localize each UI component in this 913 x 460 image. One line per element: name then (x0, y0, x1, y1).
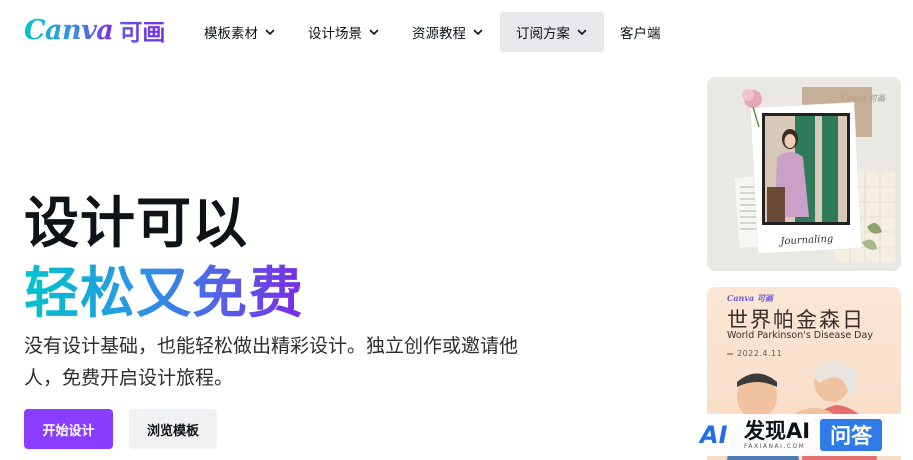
nav-label: 资源教程 (412, 26, 466, 42)
chevron-down-icon (577, 29, 587, 35)
nav-client[interactable]: 客户端 (604, 12, 677, 52)
hero-title-line1: 设计可以 (24, 191, 249, 255)
watermark-text: 发现AI FAXIANAI.COM (744, 419, 810, 451)
hero-title-line2: 轻松又免费 (24, 258, 304, 328)
faxianai-watermark: AI 发现AI FAXIANAI.COM 问答 (696, 414, 903, 456)
chevron-down-icon (369, 29, 379, 35)
nav-resources[interactable]: 资源教程 (396, 12, 500, 52)
logo-chinese: 可画 (119, 13, 165, 47)
logo-wordmark: Canva (24, 14, 114, 46)
hero-title: 设计可以 轻松又免费 (24, 188, 304, 328)
nav-pricing[interactable]: 订阅方案 (500, 12, 604, 52)
chevron-down-icon (265, 29, 275, 35)
ai-logo-icon: AI (700, 421, 728, 449)
site-header: Canva 可画 模板素材 设计场景 资源教程 订阅方案 客户端 (0, 0, 913, 64)
nav-design-scenes[interactable]: 设计场景 (292, 12, 396, 52)
nav-label: 客户端 (620, 26, 661, 42)
watermark-badge: 问答 (820, 419, 883, 451)
nav-label: 设计场景 (308, 26, 362, 42)
canva-logo[interactable]: Canva 可画 (24, 12, 165, 48)
template-card-journaling[interactable]: Canva 可画 Journaling (707, 77, 901, 271)
main-nav: 模板素材 设计场景 资源教程 订阅方案 客户端 (188, 12, 677, 52)
watermark-url: FAXIANAI.COM (744, 443, 806, 450)
journaling-artwork: Journaling (734, 87, 895, 262)
nav-templates[interactable]: 模板素材 (188, 12, 292, 52)
browse-templates-button[interactable]: 浏览模板 (129, 409, 217, 449)
chevron-down-icon (473, 29, 483, 35)
hero-subtitle: 没有设计基础，也能轻松做出精彩设计。独立创作或邀请他人，免费开启设计旅程。 (24, 335, 519, 389)
nav-label: 模板素材 (204, 26, 258, 42)
watermark-main: 发现AI (744, 419, 811, 443)
start-design-button[interactable]: 开始设计 (24, 409, 113, 449)
nav-label: 订阅方案 (516, 26, 570, 42)
